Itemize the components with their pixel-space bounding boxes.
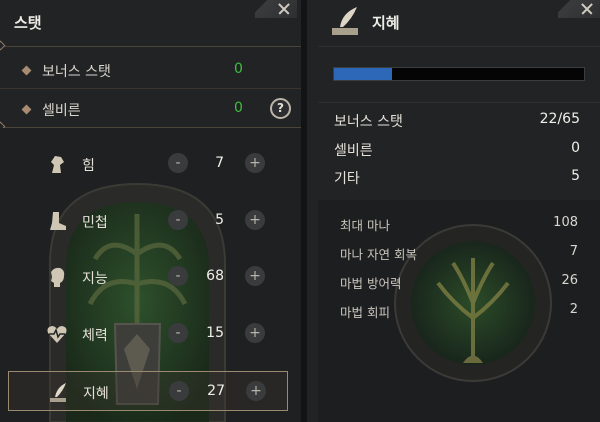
bonus-stat-label: 보너스 스탯	[334, 114, 403, 130]
mana-progress-fill	[334, 68, 392, 80]
quill-icon	[50, 383, 66, 402]
decrease-button[interactable]: -	[168, 153, 188, 173]
help-icon[interactable]: ?	[270, 98, 291, 119]
horse-head-icon	[51, 156, 64, 173]
detail-label: 마법 회피	[340, 305, 390, 320]
detail-value: 2	[569, 302, 578, 317]
sephiron-label: 셀비른	[334, 143, 373, 159]
stat-row-strength[interactable]: 힘 - 7 +	[8, 144, 288, 184]
detail-value: 7	[569, 244, 578, 259]
mana-progress-bar	[333, 67, 585, 81]
bonus-stat-label: 보너스 스탯	[42, 64, 111, 80]
sephiron-value: 0	[234, 100, 243, 116]
decrease-button[interactable]: -	[169, 381, 189, 401]
increase-button[interactable]: +	[246, 381, 266, 401]
head-profile-icon	[51, 267, 65, 287]
quill-icon	[332, 7, 358, 35]
boot-icon	[50, 212, 66, 230]
divider	[0, 46, 301, 47]
wisdom-panel-title: 지혜	[372, 14, 400, 32]
stat-row-wisdom[interactable]: 지혜 - 27 +	[8, 371, 288, 411]
increase-button[interactable]: +	[245, 153, 265, 173]
stats-panel-title: 스탯	[14, 14, 42, 32]
increase-button[interactable]: +	[245, 210, 265, 230]
stat-row-intelligence[interactable]: 지능 - 68 +	[8, 257, 288, 297]
detail-label: 마나 자연 회복	[340, 247, 417, 262]
detail-label: 최대 마나	[340, 218, 390, 233]
stat-row-agility[interactable]: 민첩 - 5 +	[8, 201, 288, 241]
wisdom-close-button[interactable]	[558, 0, 600, 18]
bonus-stat-diamond-icon	[21, 65, 32, 76]
decrease-button[interactable]: -	[168, 210, 188, 230]
bonus-stat-value: 0	[234, 61, 243, 77]
sephiron-diamond-icon	[21, 104, 32, 115]
tree-emblem-icon	[394, 224, 552, 382]
increase-button[interactable]: +	[245, 323, 265, 343]
stats-close-button[interactable]	[255, 0, 297, 18]
stat-value: 27	[207, 383, 225, 399]
stats-panel: 스탯 보너스 스탯 0 셀비른 0 ? 힘 - 7 + 민첩 - 5 + 지능 …	[0, 0, 301, 422]
stat-label: 지능	[82, 271, 108, 287]
stat-value: 68	[206, 268, 224, 284]
stat-row-vitality[interactable]: 체력 - 15 +	[8, 314, 288, 354]
heart-icon	[47, 326, 67, 343]
decrease-button[interactable]: -	[168, 266, 188, 286]
detail-label: 마법 방어력	[340, 276, 402, 291]
etc-label: 기타	[334, 171, 360, 187]
stat-value: 7	[215, 155, 224, 171]
divider	[318, 46, 600, 47]
etc-value: 5	[571, 168, 580, 184]
divider	[0, 88, 301, 89]
stat-label: 지혜	[83, 386, 109, 402]
decrease-button[interactable]: -	[168, 323, 188, 343]
detail-value: 108	[553, 215, 578, 230]
stat-value: 15	[206, 325, 224, 341]
stat-value: 5	[215, 212, 224, 228]
divider	[318, 102, 600, 103]
detail-value: 26	[561, 273, 578, 288]
bonus-stat-value: 22/65	[539, 111, 580, 127]
stat-label: 민첩	[82, 215, 108, 231]
sephiron-label: 셀비른	[42, 103, 81, 119]
sephiron-value: 0	[571, 140, 580, 156]
increase-button[interactable]: +	[245, 266, 265, 286]
stat-label: 체력	[82, 328, 108, 344]
divider-ornament	[0, 40, 6, 51]
stat-label: 힘	[82, 158, 95, 174]
